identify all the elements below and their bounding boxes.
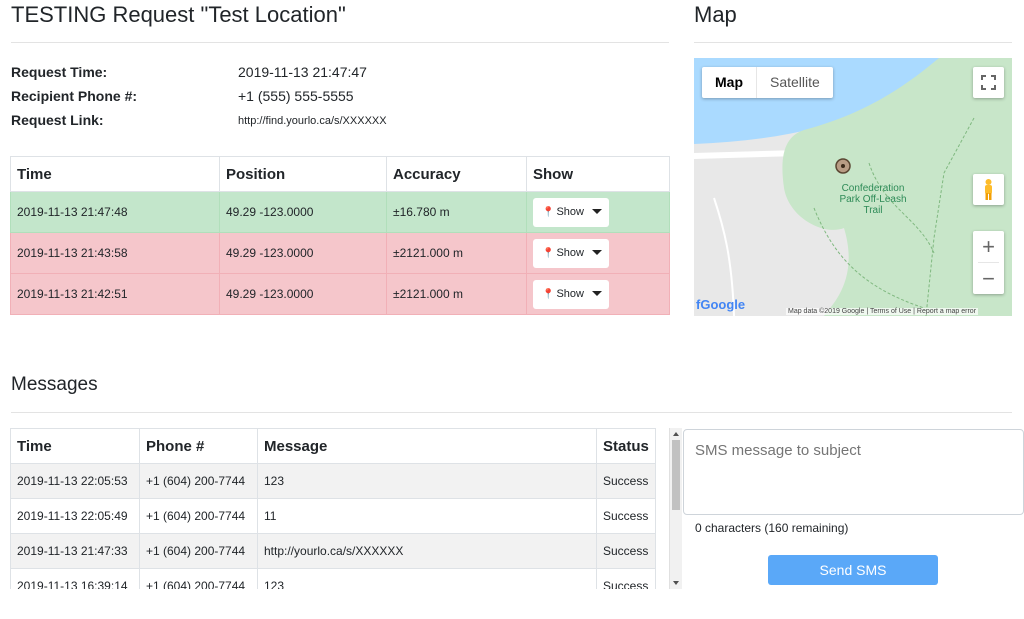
zoom-out-button[interactable]: − bbox=[973, 263, 1004, 294]
messages-title: Messages bbox=[11, 374, 98, 395]
position-accuracy: ±2121.000 m bbox=[386, 232, 527, 274]
park-label: Confederation Park Off-Leash Trail bbox=[839, 183, 907, 216]
message-phone: +1 (604) 200-7744 bbox=[139, 533, 258, 569]
position-time: 2019-11-13 21:42:51 bbox=[10, 273, 220, 315]
scroll-up-arrow-icon[interactable] bbox=[673, 432, 679, 436]
message-row: 2019-11-13 16:39:14 +1 (604) 200-7744 12… bbox=[10, 568, 656, 589]
message-time: 2019-11-13 22:05:49 bbox=[10, 498, 140, 534]
message-phone: +1 (604) 200-7744 bbox=[139, 568, 258, 589]
message-status: Success bbox=[596, 463, 656, 499]
position-row: 2019-11-13 21:43:58 49.29 -123.0000 ±212… bbox=[10, 232, 670, 274]
message-text: http://yourlo.ca/s/XXXXXX bbox=[257, 533, 597, 569]
street-view-pegman-button[interactable] bbox=[973, 174, 1004, 205]
map-marker-icon: 📍 bbox=[542, 206, 555, 218]
sms-message-input[interactable] bbox=[683, 429, 1024, 515]
recipient-phone-value: +1 (555) 555-5555 bbox=[238, 88, 354, 104]
map-type-control: Map Satellite bbox=[702, 67, 833, 98]
col-header-time: Time bbox=[10, 428, 140, 464]
page-title: TESTING Request "Test Location" bbox=[11, 2, 346, 27]
request-time-value: 2019-11-13 21:47:47 bbox=[238, 64, 367, 80]
show-button-label: Show bbox=[556, 288, 584, 300]
col-header-message: Message bbox=[257, 428, 597, 464]
message-row: 2019-11-13 22:05:53 +1 (604) 200-7744 12… bbox=[10, 463, 656, 499]
show-dropdown-button[interactable]: 📍 Show bbox=[533, 238, 609, 268]
fullscreen-icon bbox=[981, 75, 996, 90]
position-show-cell: 📍 Show bbox=[526, 191, 670, 233]
position-coords: 49.29 -123.0000 bbox=[219, 232, 387, 274]
google-logo: fGoogle bbox=[696, 297, 745, 312]
message-phone: +1 (604) 200-7744 bbox=[139, 463, 258, 499]
show-dropdown-button[interactable]: 📍 Show bbox=[533, 197, 609, 227]
position-coords: 49.29 -123.0000 bbox=[219, 273, 387, 315]
messages-header-row: Time Phone # Message Status bbox=[10, 428, 656, 464]
message-text: 123 bbox=[257, 463, 597, 499]
message-time: 2019-11-13 21:47:33 bbox=[10, 533, 140, 569]
col-header-phone: Phone # bbox=[139, 428, 258, 464]
position-accuracy: ±2121.000 m bbox=[386, 273, 527, 315]
map-marker-icon: 📍 bbox=[542, 288, 555, 300]
message-phone: +1 (604) 200-7744 bbox=[139, 498, 258, 534]
request-time-label: Request Time: bbox=[11, 64, 108, 80]
map-type-satellite-button[interactable]: Satellite bbox=[756, 67, 833, 98]
message-text: 11 bbox=[257, 498, 597, 534]
request-link-value[interactable]: http://find.yourlo.ca/s/XXXXXX bbox=[238, 115, 387, 127]
map-attribution[interactable]: Map data ©2019 Google | Terms of Use | R… bbox=[786, 308, 979, 315]
messages-divider bbox=[11, 412, 1012, 413]
title-divider bbox=[11, 42, 669, 43]
position-show-cell: 📍 Show bbox=[526, 273, 670, 315]
message-status: Success bbox=[596, 533, 656, 569]
position-time: 2019-11-13 21:43:58 bbox=[10, 232, 220, 274]
zoom-in-button[interactable]: + bbox=[973, 231, 1004, 262]
scrollbar-thumb[interactable] bbox=[672, 440, 680, 510]
map-view[interactable]: Confederation Park Off-Leash Trail Map S… bbox=[694, 58, 1012, 316]
positions-header-row: Time Position Accuracy Show bbox=[10, 156, 670, 192]
show-dropdown-button[interactable]: 📍 Show bbox=[533, 279, 609, 309]
positions-table: Time Position Accuracy Show 2019-11-13 2… bbox=[10, 156, 670, 315]
map-title: Map bbox=[694, 2, 737, 27]
messages-scrollbar[interactable] bbox=[669, 428, 682, 589]
scroll-down-arrow-icon[interactable] bbox=[673, 581, 679, 585]
col-header-status: Status bbox=[596, 428, 656, 464]
request-link-label: Request Link: bbox=[11, 112, 104, 128]
position-accuracy: ±16.780 m bbox=[386, 191, 527, 233]
col-header-time: Time bbox=[10, 156, 220, 192]
map-marker-icon: 📍 bbox=[542, 247, 555, 259]
message-row: 2019-11-13 21:47:33 +1 (604) 200-7744 ht… bbox=[10, 533, 656, 569]
position-row: 2019-11-13 21:42:51 49.29 -123.0000 ±212… bbox=[10, 273, 670, 315]
pegman-icon bbox=[985, 179, 992, 200]
position-row: 2019-11-13 21:47:48 49.29 -123.0000 ±16.… bbox=[10, 191, 670, 233]
position-coords: 49.29 -123.0000 bbox=[219, 191, 387, 233]
send-sms-button[interactable]: Send SMS bbox=[768, 555, 938, 585]
map-type-map-button[interactable]: Map bbox=[702, 67, 756, 98]
message-text: 123 bbox=[257, 568, 597, 589]
zoom-control: + − bbox=[973, 231, 1004, 294]
message-status: Success bbox=[596, 498, 656, 534]
col-header-position: Position bbox=[219, 156, 387, 192]
messages-scroll-area[interactable]: Time Phone # Message Status 2019-11-13 2… bbox=[10, 428, 682, 589]
messages-table: Time Phone # Message Status 2019-11-13 2… bbox=[10, 428, 656, 589]
google-logo-text: fGoogle bbox=[696, 297, 746, 312]
position-show-cell: 📍 Show bbox=[526, 232, 670, 274]
show-button-label: Show bbox=[556, 206, 584, 218]
caret-down-icon bbox=[592, 249, 602, 255]
recipient-phone-label: Recipient Phone #: bbox=[11, 88, 138, 104]
caret-down-icon bbox=[592, 208, 602, 214]
sms-character-count: 0 characters (160 remaining) bbox=[695, 521, 849, 535]
col-header-show: Show bbox=[526, 156, 670, 192]
position-time: 2019-11-13 21:47:48 bbox=[10, 191, 220, 233]
message-time: 2019-11-13 22:05:53 bbox=[10, 463, 140, 499]
message-status: Success bbox=[596, 568, 656, 589]
col-header-accuracy: Accuracy bbox=[386, 156, 527, 192]
caret-down-icon bbox=[592, 290, 602, 296]
map-title-divider bbox=[694, 42, 1012, 43]
message-row: 2019-11-13 22:05:49 +1 (604) 200-7744 11… bbox=[10, 498, 656, 534]
message-time: 2019-11-13 16:39:14 bbox=[10, 568, 140, 589]
show-button-label: Show bbox=[556, 247, 584, 259]
fullscreen-button[interactable] bbox=[973, 67, 1004, 98]
